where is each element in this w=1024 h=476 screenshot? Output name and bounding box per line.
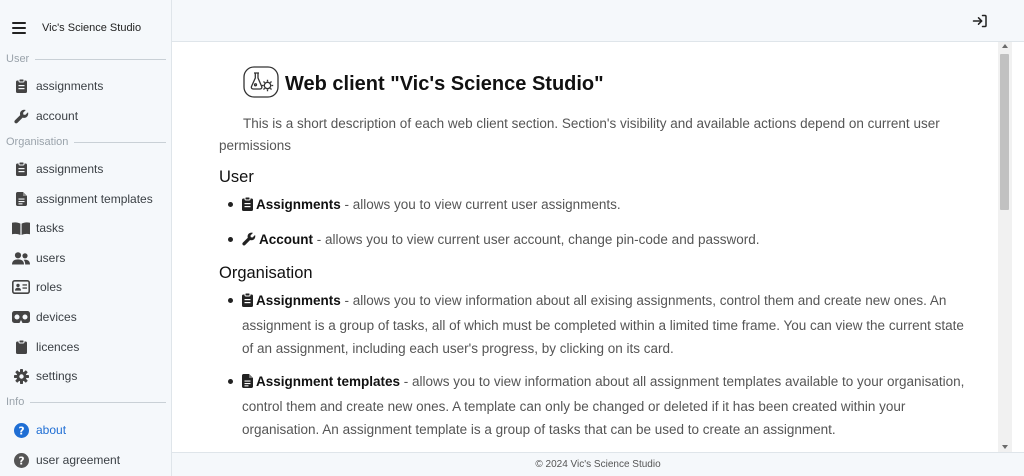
clipboard-icon [242,291,253,314]
user-section-list: Assignments - allows you to view current… [219,193,965,253]
svg-text:?: ? [18,425,24,437]
users-icon [12,250,30,266]
sidebar-item-user-agreement[interactable]: ? user agreement [0,447,171,473]
sidebar-item-licences[interactable]: licences [0,334,171,360]
section-label-user: User [6,53,166,65]
sidebar-item-label: about [36,423,67,437]
sidebar: Vic's Science Studio User assignments ac… [0,0,172,476]
sign-in-icon[interactable] [972,13,988,29]
main-content: Web client "Vic's Science Studio" This i… [172,42,998,452]
id-card-icon [12,279,30,295]
list-item: Assignments - allows you to view current… [219,193,965,218]
sidebar-item-users[interactable]: users [0,245,171,271]
sidebar-item-label: user agreement [36,453,121,467]
item-title: Assignments [256,197,341,212]
book-open-icon [12,220,30,236]
section-label-info: Info [6,396,166,408]
app-title: Vic's Science Studio [42,21,142,34]
intro-text: This is a short description of each web … [219,116,940,153]
sidebar-item-tasks[interactable]: tasks [0,215,171,241]
vr-headset-icon [12,309,30,325]
question-circle-icon: ? [12,422,30,438]
sidebar-item-settings[interactable]: settings [0,363,171,389]
clipboard-icon [12,339,30,355]
sidebar-item-label: tasks [36,221,65,235]
sidebar-header: Vic's Science Studio [0,0,171,55]
item-title: Assignments [256,293,341,308]
clipboard-icon [12,161,30,177]
page-title-row: Web client "Vic's Science Studio" [243,65,965,103]
gear-icon [12,368,30,384]
section-heading-organisation: Organisation [219,264,313,282]
sidebar-item-account[interactable]: account [0,103,171,129]
content-scrollbar[interactable] [998,42,1012,452]
top-bar [172,0,1024,42]
list-item: Assignments - allows you to view informa… [219,289,965,360]
sidebar-item-label: licences [36,340,80,354]
menu-icon[interactable] [12,21,26,34]
question-circle-icon: ? [12,452,30,468]
item-description: - allows you to view current user assign… [340,197,621,212]
copyright-text: © 2024 Vic's Science Studio [535,459,661,470]
item-description: - allows you to view current user accoun… [313,232,760,247]
list-item: Account - allows you to view current use… [219,228,965,253]
item-title: Account [259,232,313,247]
scroll-down-arrow-icon[interactable] [1002,445,1008,449]
section-label-organisation: Organisation [6,136,166,148]
sidebar-item-assignment-templates[interactable]: assignment templates [0,186,171,212]
sidebar-item-label: users [36,251,66,265]
sidebar-item-label: account [36,109,79,123]
file-lines-icon [242,372,253,395]
sidebar-item-label: devices [36,310,77,324]
file-lines-icon [12,191,30,207]
sidebar-item-label: roles [36,280,63,294]
sidebar-item-user-assignments[interactable]: assignments [0,73,171,99]
footer: © 2024 Vic's Science Studio [172,452,1024,476]
clipboard-icon [12,78,30,94]
scroll-thumb[interactable] [1000,54,1009,210]
sidebar-item-devices[interactable]: devices [0,304,171,330]
sidebar-item-roles[interactable]: roles [0,274,171,300]
wrench-icon [12,108,30,124]
scroll-up-arrow-icon[interactable] [1002,44,1008,48]
clipboard-icon [242,195,253,218]
svg-text:?: ? [18,455,24,467]
sidebar-item-label: settings [36,369,78,383]
sidebar-item-about[interactable]: ? about [0,417,171,443]
section-heading-user: User [219,168,254,186]
organisation-section-list: Assignments - allows you to view informa… [219,289,965,441]
sidebar-item-label: assignments [36,79,104,93]
sidebar-item-label: assignment templates [36,192,153,206]
sidebar-item-org-assignments[interactable]: assignments [0,156,171,182]
wrench-icon [242,230,256,253]
about-document: Web client "Vic's Science Studio" This i… [219,65,965,451]
flask-gear-logo-icon [243,65,279,103]
item-description: - allows you to view information about a… [242,293,964,356]
sidebar-item-label: assignments [36,162,104,176]
list-item: Assignment templates - allows you to vie… [219,370,965,441]
page-title: Web client "Vic's Science Studio" [285,72,604,95]
item-title: Assignment templates [256,374,401,389]
